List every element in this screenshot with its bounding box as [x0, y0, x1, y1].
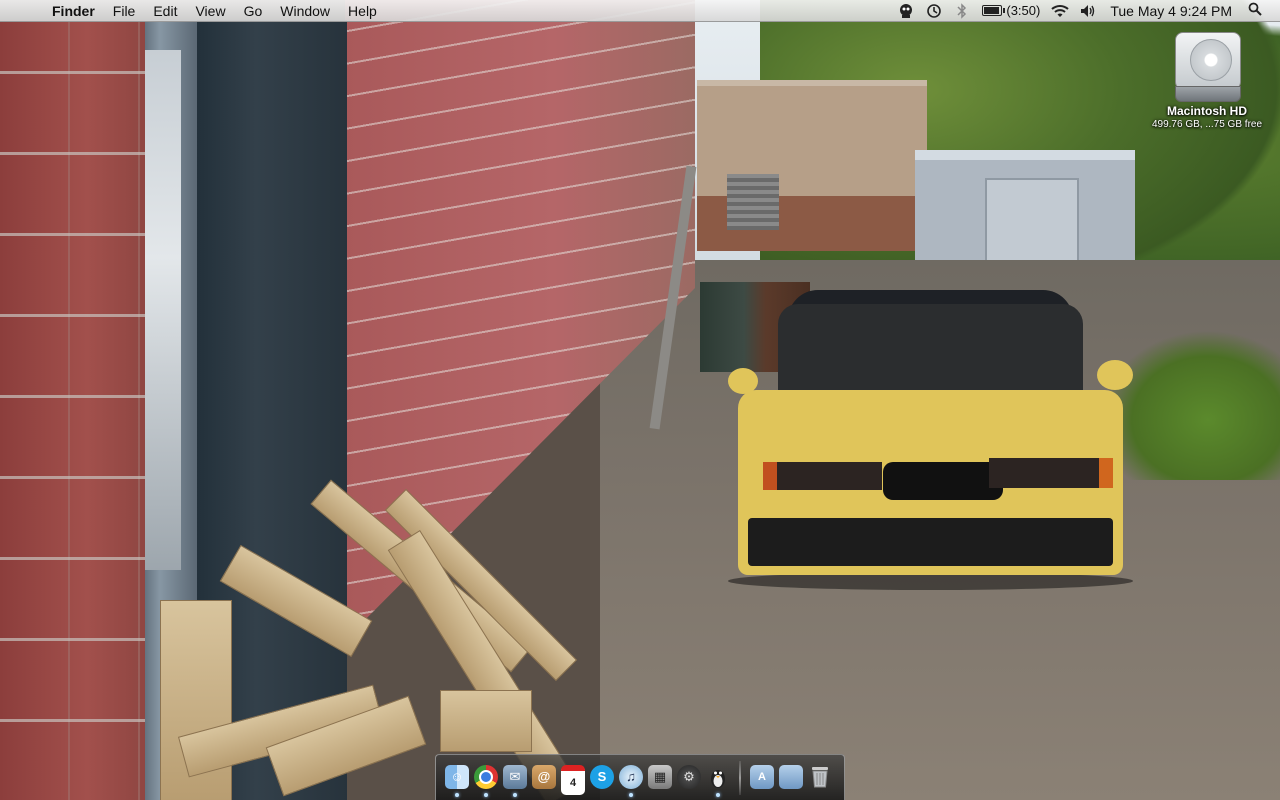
dock-skype[interactable]: S [589, 758, 615, 798]
address-book-icon: @ [532, 764, 556, 789]
battery-icon[interactable]: (3:50) [976, 3, 1046, 18]
menu-clock[interactable]: Tue May 4 9:24 PM [1102, 3, 1240, 19]
app-menu-finder[interactable]: Finder [38, 0, 104, 22]
wallpaper-car [728, 290, 1133, 590]
menu-help[interactable]: Help [339, 0, 386, 22]
menu-window[interactable]: Window [271, 0, 339, 22]
menu-file[interactable]: File [104, 0, 145, 22]
dock-system-preferences[interactable]: ⚙ [676, 758, 702, 798]
adium-icon [706, 765, 730, 789]
documents-folder-icon [779, 764, 803, 789]
chrome-icon [474, 764, 498, 789]
dock-adium[interactable] [705, 758, 731, 798]
time-machine-icon[interactable] [920, 0, 948, 22]
itunes-icon: ♫ [619, 764, 643, 789]
system-preferences-icon: ⚙ [677, 764, 701, 789]
volume-icon[interactable] [1074, 0, 1102, 22]
dock-ical[interactable]: 4 [560, 758, 586, 798]
dock-address-book[interactable]: @ [531, 758, 557, 798]
wifi-icon[interactable] [1046, 0, 1074, 22]
menu-go[interactable]: Go [235, 0, 272, 22]
applications-folder-icon: A [750, 764, 774, 789]
dock-finder[interactable]: ☺ [444, 758, 470, 798]
hard-drive-icon [1173, 32, 1241, 102]
mail-icon: ✉ [503, 764, 527, 789]
menu-edit[interactable]: Edit [144, 0, 186, 22]
finder-icon: ☺ [445, 764, 469, 789]
app-status-icon[interactable] [892, 0, 920, 22]
dock-mail[interactable]: ✉ [502, 758, 528, 798]
dock-itunes[interactable]: ♫ [618, 758, 644, 798]
dock-documents-folder[interactable] [778, 758, 804, 798]
trash-icon [808, 765, 832, 789]
dock-applications-folder[interactable]: A [749, 758, 775, 798]
menu-view[interactable]: View [186, 0, 234, 22]
hd-info: 499.76 GB, ...75 GB free [1151, 119, 1263, 130]
dock-separator [739, 760, 741, 795]
dock-chrome[interactable] [473, 758, 499, 798]
wallpaper-building [697, 80, 927, 251]
spotlight-icon[interactable] [1240, 2, 1270, 19]
battery-time: (3:50) [1006, 3, 1041, 18]
skype-icon: S [590, 764, 614, 789]
desktop-wallpaper [0, 0, 1280, 800]
dock-trash[interactable] [807, 758, 833, 798]
dock-screenshot[interactable]: ▦ [647, 758, 673, 798]
screenshot-icon: ▦ [648, 764, 672, 789]
macintosh-hd-icon[interactable]: Macintosh HD 499.76 GB, ...75 GB free [1146, 32, 1268, 130]
bluetooth-icon[interactable] [948, 0, 976, 22]
dock: ☺ ✉ @ 4 S ♫ ▦ ⚙ A [435, 754, 845, 800]
menu-bar: Finder File Edit View Go Window Help (3:… [0, 0, 1280, 22]
ical-icon: 4 [561, 764, 585, 795]
wallpaper-left-wall [0, 20, 145, 800]
hd-label: Macintosh HD [1166, 104, 1247, 118]
